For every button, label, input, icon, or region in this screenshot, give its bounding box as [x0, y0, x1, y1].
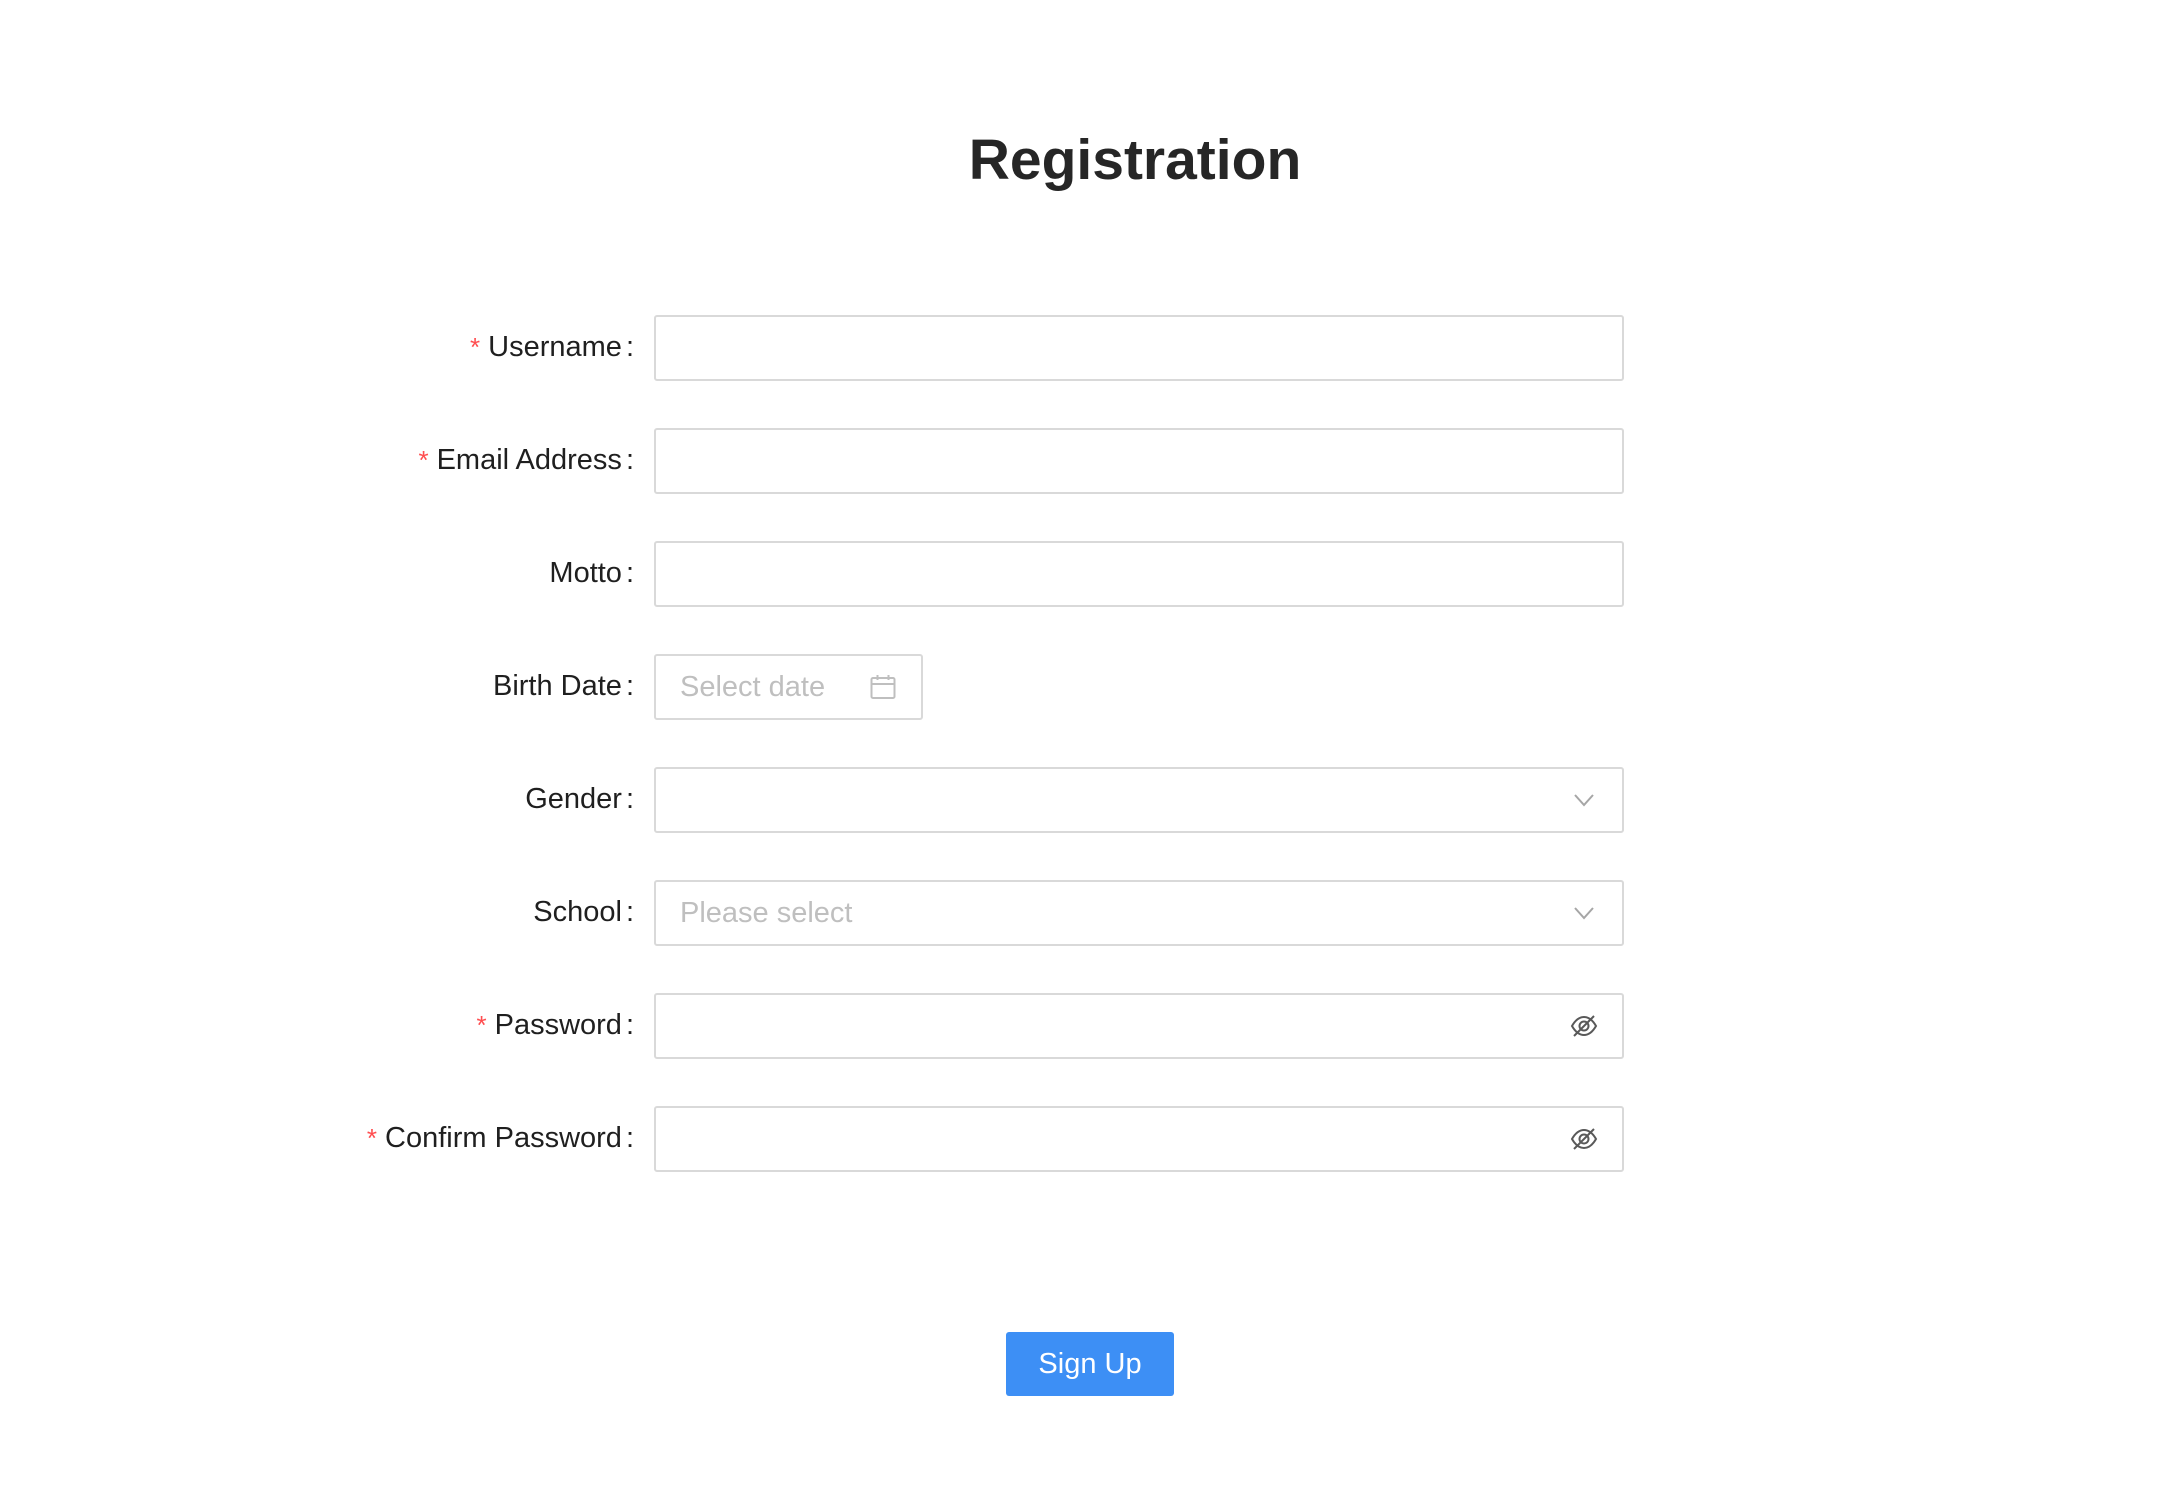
calendar-icon[interactable] — [867, 671, 899, 703]
email-input[interactable] — [656, 430, 1622, 492]
motto-field[interactable] — [654, 541, 1624, 607]
school-select[interactable]: Please select — [654, 880, 1624, 946]
email-label: * Email Address: — [418, 444, 634, 476]
required-mark: * — [476, 1010, 487, 1040]
confirm-password-label-text: Confirm Password — [385, 1122, 622, 1154]
confirm-password-input[interactable] — [656, 1108, 1622, 1170]
chevron-down-icon[interactable] — [1568, 897, 1600, 929]
password-field[interactable] — [654, 993, 1624, 1059]
password-input[interactable] — [656, 995, 1622, 1057]
school-label: School: — [533, 896, 634, 928]
birth-date-placeholder: Select date — [680, 671, 826, 703]
password-label: * Password: — [476, 1009, 634, 1041]
required-mark: * — [366, 1123, 378, 1153]
username-label: * Username: — [470, 331, 634, 363]
form-row-password: * Password: — [0, 993, 2160, 1059]
birth-date-picker[interactable]: Select date — [654, 654, 923, 720]
motto-label: Motto: — [549, 557, 634, 589]
confirm-password-field[interactable] — [654, 1106, 1624, 1172]
username-label-text: Username — [488, 331, 622, 363]
eye-invisible-icon[interactable] — [1568, 1010, 1600, 1042]
form-row-username: * Username: — [0, 315, 2160, 381]
eye-invisible-icon[interactable] — [1568, 1123, 1600, 1155]
required-mark: * — [470, 332, 481, 362]
chevron-down-icon[interactable] — [1568, 784, 1600, 816]
motto-input[interactable] — [656, 543, 1622, 605]
birth-date-label-text: Birth Date — [492, 670, 622, 702]
gender-label-text: Gender — [525, 783, 622, 815]
gender-select[interactable] — [654, 767, 1624, 833]
form-row-confirm-password: * Confirm Password: — [0, 1106, 2160, 1172]
page-title: Registration — [968, 128, 1302, 192]
username-field[interactable] — [654, 315, 1624, 381]
confirm-password-label: * Confirm Password: — [366, 1122, 634, 1154]
form-row-birth-date: Birth Date: Select date — [0, 654, 2160, 720]
birth-date-label: Birth Date: — [492, 670, 634, 702]
email-label-text: Email Address — [436, 444, 622, 476]
username-input[interactable] — [656, 317, 1622, 379]
motto-label-text: Motto — [549, 557, 622, 589]
required-mark: * — [418, 445, 429, 475]
form-row-gender: Gender: — [0, 767, 2160, 833]
form-row-email: * Email Address: — [0, 428, 2160, 494]
school-placeholder: Please select — [680, 897, 853, 929]
password-label-text: Password — [494, 1009, 622, 1041]
sign-up-button[interactable]: Sign Up — [1006, 1332, 1174, 1396]
gender-label: Gender: — [525, 783, 634, 815]
form-row-school: School: Please select — [0, 880, 2160, 946]
school-label-text: School — [533, 896, 622, 928]
form-row-motto: Motto: — [0, 541, 2160, 607]
email-field[interactable] — [654, 428, 1624, 494]
